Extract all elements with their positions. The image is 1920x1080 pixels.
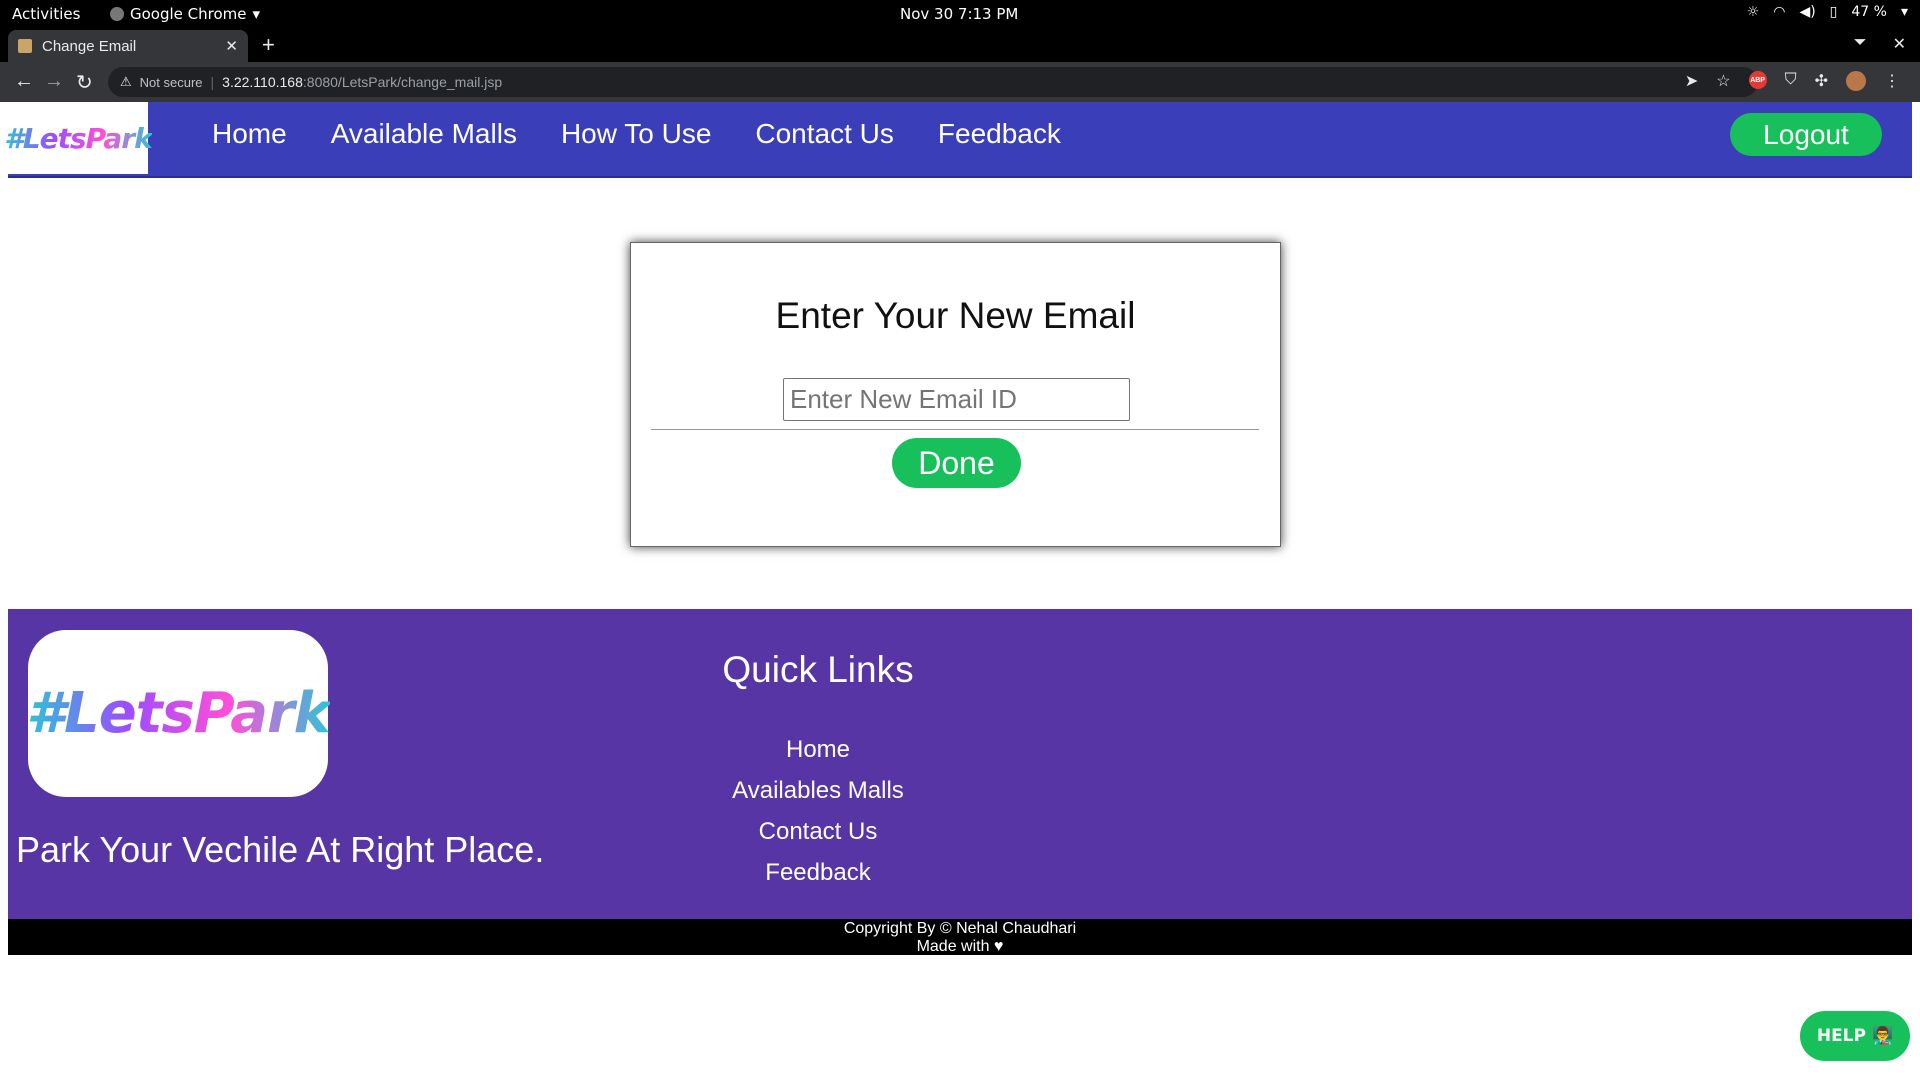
send-icon[interactable]: ➤ <box>1685 71 1698 91</box>
copyright-bar: Copyright By © Nehal Chaudhari Made with… <box>8 919 1912 955</box>
tab-change-email[interactable]: Change Email ✕ <box>8 30 248 62</box>
divider <box>651 429 1259 430</box>
change-email-card: Enter Your New Email Done <box>630 242 1281 547</box>
battery-percent: 47 % <box>1851 4 1887 20</box>
logout-button[interactable]: Logout <box>1730 113 1882 156</box>
footer-logo-text: #LetsPark <box>26 681 331 746</box>
address-bar[interactable]: ⚠ Not secure | 3.22.110.168:8080/LetsPar… <box>108 67 1758 97</box>
tab-search-icon[interactable]: ⏷ <box>1854 34 1867 54</box>
done-button[interactable]: Done <box>892 438 1021 488</box>
footer-logo: #LetsPark <box>26 630 331 797</box>
security-label[interactable]: Not secure <box>140 75 203 90</box>
site-logo[interactable]: #LetsPark <box>4 102 153 174</box>
profile-avatar[interactable] <box>1846 71 1866 91</box>
quick-links-list: Home Availables Malls Contact Us Feedbac… <box>708 736 928 887</box>
kebab-menu-icon[interactable]: ⋮ <box>1884 71 1900 91</box>
help-label: HELP <box>1816 1026 1866 1046</box>
footer-link-malls[interactable]: Availables Malls <box>708 777 928 805</box>
teacher-emoji-icon: 👨‍🏫 <box>1871 1026 1894 1046</box>
close-tab-icon[interactable]: ✕ <box>225 37 238 55</box>
tab-title: Change Email <box>42 37 137 55</box>
clock[interactable]: Nov 30 7:13 PM <box>900 5 1018 23</box>
nav-home[interactable]: Home <box>212 118 287 150</box>
volume-icon: ◀) <box>1799 4 1816 20</box>
form-heading: Enter Your New Email <box>775 295 1136 336</box>
shield-extension-icon[interactable]: ⛉ <box>1785 71 1797 91</box>
system-top-bar: Activities Google Chrome ▾ Nov 30 7:13 P… <box>0 0 1920 28</box>
browser-toolbar: ← → ↻ ⚠ Not secure | 3.22.110.168:8080/L… <box>0 62 1920 102</box>
system-tray[interactable]: ☼ ◠ ◀) ▯ 47 % ▾ <box>1747 4 1908 20</box>
adblock-extension-icon[interactable]: ABP <box>1748 71 1767 89</box>
url-path: :8080/LetsPark/change_mail.jsp <box>302 74 503 90</box>
footer-link-home[interactable]: Home <box>708 736 928 764</box>
app-name: Google Chrome <box>130 5 247 23</box>
footer-link-contact[interactable]: Contact Us <box>708 818 928 846</box>
wifi-icon: ◠ <box>1773 4 1786 20</box>
battery-icon: ▯ <box>1829 4 1838 20</box>
forward-icon[interactable]: → <box>44 70 64 93</box>
nav-contact-us[interactable]: Contact Us <box>755 118 894 150</box>
favicon-icon <box>18 39 32 53</box>
web-page: #LetsPark Home Available Malls How To Us… <box>0 102 1920 1080</box>
nav-feedback[interactable]: Feedback <box>938 118 1061 150</box>
reload-icon[interactable]: ↻ <box>76 70 93 95</box>
made-with-text: Made with ♥ <box>916 938 1004 955</box>
puzzle-extensions-icon[interactable]: ✣ <box>1815 71 1828 91</box>
chevron-down-icon: ▾ <box>252 5 261 23</box>
copyright-text: Copyright By © Nehal Chaudhari <box>843 920 1077 937</box>
tab-strip: Change Email ✕ + ⏷ ✕ <box>0 28 1920 62</box>
nav-available-malls[interactable]: Available Malls <box>331 118 517 150</box>
site-footer: #LetsPark Park Your Vechile At Right Pla… <box>8 609 1912 919</box>
bookmark-star-icon[interactable]: ☆ <box>1716 71 1730 91</box>
brightness-icon: ☼ <box>1746 4 1760 20</box>
nav-links: Home Available Malls How To Use Contact … <box>212 118 1061 150</box>
new-email-input[interactable] <box>783 378 1130 421</box>
quick-links-title: Quick Links <box>722 649 914 690</box>
close-window-icon[interactable]: ✕ <box>1893 34 1906 54</box>
nav-how-to-use[interactable]: How To Use <box>561 118 711 150</box>
tagline: Park Your Vechile At Right Place. <box>16 829 545 870</box>
logo-text: #LetsPark <box>4 121 152 155</box>
help-button[interactable]: HELP 👨‍🏫 <box>1800 1011 1910 1061</box>
url[interactable]: 3.22.110.168:8080/LetsPark/change_mail.j… <box>222 74 502 90</box>
warning-icon[interactable]: ⚠ <box>120 74 132 90</box>
app-menu[interactable]: Google Chrome ▾ <box>110 5 260 23</box>
url-host: 3.22.110.168 <box>222 74 303 90</box>
back-icon[interactable]: ← <box>14 70 34 93</box>
chevron-down-icon: ▾ <box>1900 4 1908 20</box>
divider: | <box>210 74 215 90</box>
new-tab-button[interactable]: + <box>262 32 275 58</box>
chrome-icon <box>110 7 124 21</box>
footer-link-feedback[interactable]: Feedback <box>708 859 928 887</box>
activities-button[interactable]: Activities <box>12 5 80 23</box>
site-navbar: #LetsPark Home Available Malls How To Us… <box>4 102 1912 178</box>
